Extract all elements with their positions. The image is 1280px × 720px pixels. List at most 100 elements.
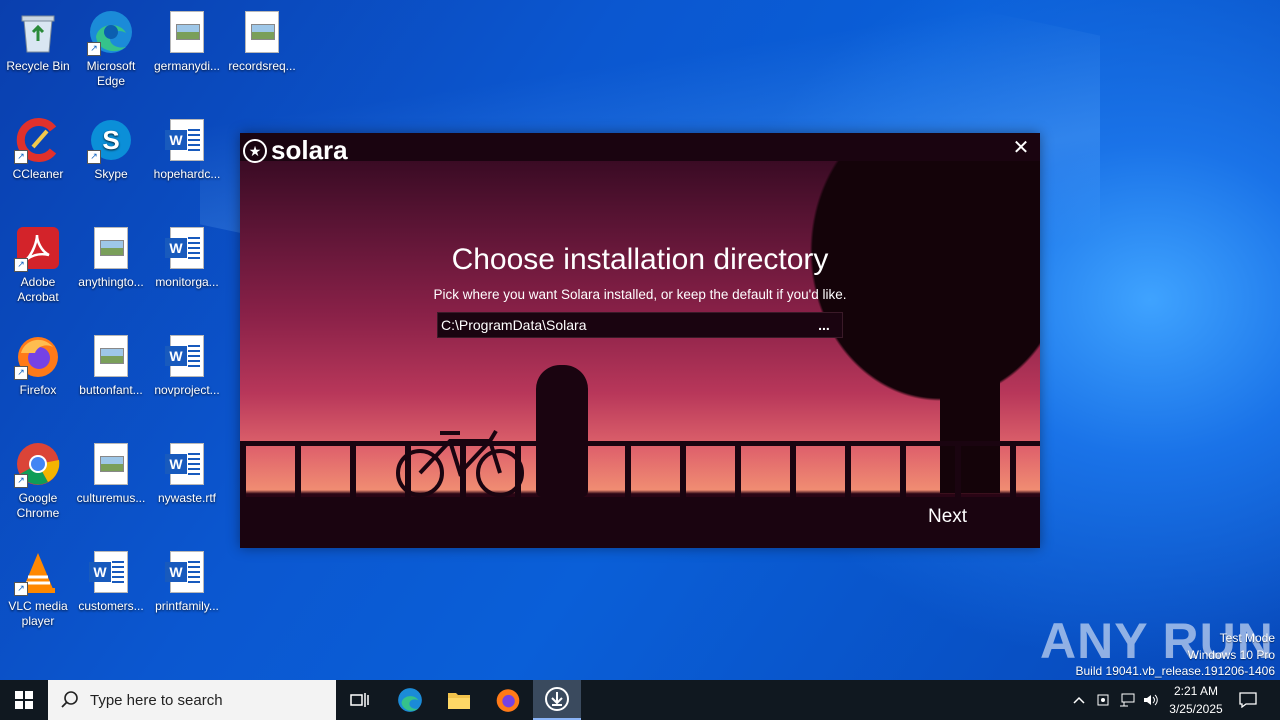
- desktop-icon-label: germanydi...: [153, 59, 221, 73]
- desktop-icon-label: Adobe Acrobat: [17, 275, 59, 304]
- image-file-icon: [238, 8, 286, 56]
- network-icon: [1120, 693, 1135, 707]
- next-button[interactable]: Next: [928, 506, 967, 528]
- close-button[interactable]: ✕: [1010, 137, 1032, 159]
- vlc-icon: ↗: [14, 548, 62, 596]
- desktop-icon-label: CCleaner: [12, 167, 64, 181]
- image-file-icon: [87, 440, 135, 488]
- shortcut-arrow-icon: ↗: [14, 150, 28, 164]
- star-icon: ★: [243, 138, 267, 163]
- desktop-icon-label: Google Chrome: [16, 491, 60, 520]
- desktop-icon-printfamily[interactable]: W printfamily...: [149, 548, 225, 614]
- search-icon: [61, 691, 78, 708]
- acrobat-icon: ↗: [14, 224, 62, 272]
- desktop-icon-skype[interactable]: S ↗ Skype: [73, 116, 149, 182]
- windows-edition-text: Windows 10 Pro: [1187, 647, 1275, 662]
- windows-logo-icon: [15, 691, 33, 709]
- word-doc-icon: W: [87, 548, 135, 596]
- desktop-icon-vlc[interactable]: ↗ VLC media player: [0, 548, 76, 629]
- desktop-icon-label: printfamily...: [155, 599, 219, 613]
- installer-subtitle: Pick where you want Solara installed, or…: [433, 287, 847, 302]
- bicycle-silhouette: [396, 429, 524, 497]
- task-view-icon: [350, 693, 369, 707]
- clock-date: 3/25/2025: [1169, 702, 1223, 716]
- desktop-icon-label: Recycle Bin: [6, 59, 70, 73]
- shortcut-arrow-icon: ↗: [87, 150, 101, 164]
- chevron-up-icon: [1073, 696, 1085, 704]
- desktop-icon-firefox[interactable]: ↗ Firefox: [0, 332, 76, 398]
- firefox-icon: [496, 689, 520, 712]
- show-hidden-icons-button[interactable]: [1068, 680, 1090, 720]
- desktop-icon-label: Firefox: [19, 383, 57, 397]
- taskbar-installer-button[interactable]: [533, 680, 581, 720]
- desktop-icon-label: culturemus...: [76, 491, 146, 505]
- desktop-icon-culturemus[interactable]: culturemus...: [73, 440, 149, 506]
- desktop-icon-label: anythingto...: [78, 275, 144, 289]
- desktop-icon-customers[interactable]: W customers...: [73, 548, 149, 614]
- brand-name: solara: [271, 135, 348, 165]
- word-doc-icon: W: [163, 332, 211, 380]
- solara-logo: ★ solara: [243, 135, 348, 166]
- install-path-input[interactable]: [438, 313, 808, 337]
- search-input[interactable]: [88, 690, 322, 710]
- tree-silhouette: [810, 161, 1040, 481]
- desktop-icon-microsoft-edge[interactable]: ↗ Microsoft Edge: [73, 8, 149, 89]
- device-icon: [1097, 694, 1109, 706]
- solara-installer-window: ★ solara ✕ Choose installation directory…: [240, 133, 1040, 548]
- skype-icon: S ↗: [87, 116, 135, 164]
- build-text: Build 19041.vb_release.191206-1406: [1075, 664, 1276, 678]
- desktop-icon-label: hopehardc...: [153, 167, 221, 181]
- desktop-icon-ccleaner[interactable]: ↗ CCleaner: [0, 116, 76, 182]
- shortcut-arrow-icon: ↗: [14, 582, 28, 596]
- network-button[interactable]: [1116, 680, 1138, 720]
- person-silhouette: [536, 365, 588, 497]
- shortcut-arrow-icon: ↗: [14, 366, 28, 380]
- desktop-icon-label: buttonfant...: [79, 383, 143, 397]
- volume-button[interactable]: [1140, 680, 1162, 720]
- tray-device-icon-button[interactable]: [1093, 680, 1113, 720]
- task-view-button[interactable]: [336, 680, 384, 720]
- taskbar-search-box[interactable]: [48, 680, 336, 720]
- taskbar-firefox-button[interactable]: [484, 680, 532, 720]
- system-info-overlay: Test Mode Windows 10 Pro Build 19041.vb_…: [1076, 630, 1276, 680]
- desktop-icon-novproject[interactable]: W novproject...: [149, 332, 225, 398]
- installer-titlebar[interactable]: [240, 133, 1040, 161]
- desktop-icon-label: Microsoft Edge: [86, 59, 136, 88]
- desktop-icon-label: novproject...: [154, 383, 220, 397]
- start-button[interactable]: [0, 680, 48, 720]
- desktop-icon-recycle-bin[interactable]: Recycle Bin: [0, 8, 76, 74]
- svg-text:S: S: [102, 125, 119, 155]
- desktop-icon-recordsreq[interactable]: recordsreq...: [224, 8, 300, 74]
- image-file-icon: [163, 8, 211, 56]
- folder-icon: [448, 693, 470, 709]
- installer-heading: Choose installation directory: [451, 243, 829, 276]
- desktop-icon-monitorga[interactable]: W monitorga...: [149, 224, 225, 290]
- image-file-icon: [87, 224, 135, 272]
- taskbar-edge-button[interactable]: [386, 680, 434, 720]
- desktop-icon-adobe-acrobat[interactable]: ↗ Adobe Acrobat: [0, 224, 76, 305]
- desktop-icon-hopehardc[interactable]: W hopehardc...: [149, 116, 225, 182]
- shortcut-arrow-icon: ↗: [14, 474, 28, 488]
- desktop-icon-label: customers...: [78, 599, 144, 613]
- desktop-icon-label: VLC media player: [8, 599, 68, 628]
- notifications-button[interactable]: [1234, 680, 1262, 720]
- desktop-icon-buttonfant[interactable]: buttonfant...: [73, 332, 149, 398]
- desktop-icon-germanydi[interactable]: germanydi...: [149, 8, 225, 74]
- edge-icon: ↗: [87, 8, 135, 56]
- browse-button[interactable]: ...: [812, 313, 836, 337]
- desktop-icon-label: Skype: [94, 167, 128, 181]
- word-doc-icon: W: [163, 548, 211, 596]
- word-doc-icon: W: [163, 440, 211, 488]
- edge-icon: [398, 688, 422, 712]
- speaker-icon: [1144, 694, 1158, 706]
- desktop-icon-anythingto[interactable]: anythingto...: [73, 224, 149, 290]
- desktop-icon-nywaste[interactable]: W nywaste.rtf: [149, 440, 225, 506]
- taskbar-file-explorer-button[interactable]: [435, 680, 483, 720]
- ccleaner-icon: ↗: [14, 116, 62, 164]
- desktop-icon-google-chrome[interactable]: ↗ Google Chrome: [0, 440, 76, 521]
- firefox-icon: ↗: [14, 332, 62, 380]
- word-doc-icon: W: [163, 116, 211, 164]
- taskbar-clock[interactable]: 2:21 AM 3/25/2025: [1160, 682, 1232, 718]
- ground-silhouette: [240, 497, 1040, 548]
- chrome-icon: ↗: [14, 440, 62, 488]
